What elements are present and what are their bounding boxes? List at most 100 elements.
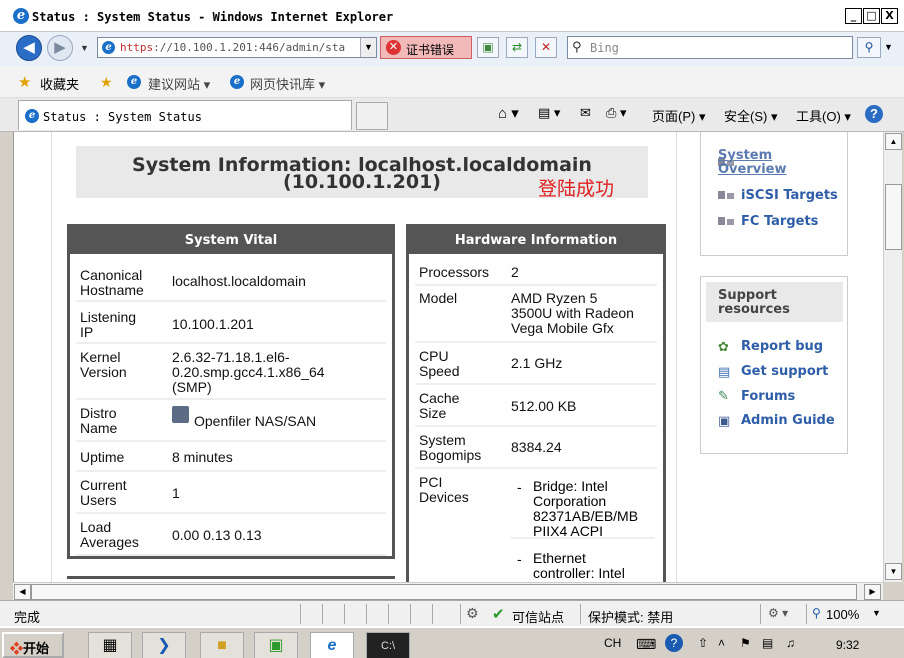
status-bar: 完成 ⚙ ✔ 可信站点 保护模式: 禁用 ⚙ ▾ ⚲ 100% ▼ [0, 600, 904, 626]
kv-key: Cache Size [419, 390, 460, 421]
iscsi-targets-icon [718, 189, 734, 201]
system-overview-link[interactable]: System Overview [718, 149, 787, 177]
back-button[interactable]: ◀ [16, 35, 42, 61]
kv-row: Load Averages 0.00 0.13 0.13 [76, 516, 386, 556]
forums-icon: ✎ [718, 388, 729, 403]
network-icon[interactable]: ▤ [762, 636, 773, 650]
report-bug-link[interactable]: Report bug [741, 339, 823, 354]
refresh-icon[interactable]: ⇄ [506, 37, 528, 58]
system-info-header: System Information: localhost.localdomai… [76, 146, 648, 200]
protected-mode-status[interactable]: 保护模式: 禁用 [588, 607, 673, 626]
vmware-icon[interactable]: ▣ [254, 632, 298, 658]
page-menu[interactable]: 页面(P) ▾ [652, 106, 705, 125]
keyboard-icon[interactable]: ⌨ [636, 636, 656, 653]
feeds-icon[interactable]: ▤ ▾ [538, 105, 560, 121]
kv-key: Load Averages [80, 519, 139, 550]
forward-button[interactable]: ▶ [47, 35, 73, 61]
help-icon[interactable]: ? [865, 105, 883, 123]
trusted-sites-zone[interactable]: 可信站点 [512, 607, 564, 626]
vertical-scrollbar[interactable]: ▲ ▼ [883, 132, 902, 582]
clock[interactable]: 9:32 [836, 638, 859, 652]
address-url[interactable]: https://10.100.1.201:446/admin/sta [120, 41, 358, 54]
server-manager-icon[interactable]: ▦ [88, 632, 132, 658]
horizontal-scrollbar[interactable]: ◀ ▶ [13, 582, 883, 600]
volume-icon[interactable]: ♫ [786, 636, 795, 650]
stop-icon[interactable]: ✕ [535, 37, 557, 58]
zoom-dropdown-icon[interactable]: ▼ [872, 608, 881, 618]
pci-device-item: - Ethernet controller: Intel Corporation [511, 543, 655, 583]
recent-pages-dropdown-icon[interactable]: ▼ [80, 43, 89, 53]
read-mail-icon[interactable]: ✉ [580, 105, 591, 121]
search-options-icon[interactable]: ▼ [884, 42, 893, 52]
support-box: Support resources ✿ Report bug ▤ Get sup… [700, 276, 848, 454]
horizontal-scroll-thumb[interactable] [31, 584, 857, 600]
kv-value: 10.100.1.201 [172, 316, 254, 332]
distro-icon [172, 406, 189, 423]
scroll-up-icon[interactable]: ▲ [885, 133, 902, 150]
title-bar: e Status : System Status - Windows Inter… [0, 0, 904, 32]
internet-explorer-taskbar-icon[interactable]: e [310, 632, 354, 658]
add-favorite-icon[interactable]: ★ [100, 74, 113, 91]
fc-targets-link[interactable]: FC Targets [741, 214, 818, 229]
kv-key: Processors [419, 264, 490, 280]
language-indicator[interactable]: CH [604, 636, 621, 650]
compatibility-view-icon[interactable]: ▣ [477, 37, 499, 58]
admin-guide-link[interactable]: Admin Guide [741, 413, 835, 428]
command-prompt-icon[interactable]: C:\ [366, 632, 410, 658]
kv-value: 2 [511, 264, 519, 280]
kv-key: System Bogomips [419, 432, 482, 463]
minimize-button[interactable]: _ [845, 8, 862, 24]
kv-key: Model [419, 290, 458, 306]
powershell-icon[interactable]: ❯ [142, 632, 186, 658]
tab-status[interactable]: e Status : System Status [18, 100, 352, 130]
home-icon[interactable]: ⌂ ▾ [498, 104, 519, 122]
zone-settings-icon[interactable]: ⚙ ▾ [768, 606, 788, 620]
get-support-link[interactable]: Get support [741, 364, 828, 379]
show-hidden-icons[interactable]: ˄ [718, 636, 725, 650]
search-input[interactable]: ⚲ Bing [567, 36, 853, 59]
start-button[interactable]: ❖开始 [2, 632, 64, 658]
system-vital-panel: System Vital Canonical Hostname localhos… [67, 224, 395, 559]
print-icon[interactable]: ⎙ ▾ [606, 105, 627, 121]
search-go-button[interactable]: ⚲ [857, 37, 881, 58]
scroll-down-icon[interactable]: ▼ [885, 563, 902, 580]
tray-options-icon[interactable]: ⇧ [698, 636, 708, 650]
forums-link[interactable]: Forums [741, 389, 795, 404]
nav-box: System Overview iSCSI Targets FC Targets [700, 132, 848, 256]
close-button[interactable]: X [881, 8, 898, 24]
suggested-sites-link[interactable]: 建议网站 ▾ [148, 74, 210, 93]
support-header: Support resources [706, 282, 843, 322]
vertical-scroll-thumb[interactable] [885, 184, 902, 250]
certificate-error-button[interactable]: ✕ 证书错误 [380, 36, 472, 59]
scroll-left-icon[interactable]: ◀ [14, 584, 31, 600]
action-center-icon[interactable]: ⚑ [740, 636, 751, 650]
address-dropdown-icon[interactable]: ▼ [360, 38, 376, 57]
kv-row: System Bogomips 8384.24 [415, 429, 657, 469]
help-tray-icon[interactable]: ? [665, 634, 683, 652]
maximize-button[interactable]: □ [863, 8, 880, 24]
web-slice-gallery-icon: e [230, 75, 244, 89]
kv-value: 2.1 GHz [511, 355, 563, 371]
scroll-right-icon[interactable]: ▶ [864, 584, 881, 600]
zoom-level[interactable]: 100% [826, 607, 859, 622]
privacy-icon[interactable]: ⚙ [466, 605, 479, 622]
kv-value: 8384.24 [511, 439, 562, 455]
iscsi-targets-link[interactable]: iSCSI Targets [741, 188, 838, 203]
kv-key: Current Users [80, 477, 127, 508]
status-text: 完成 [14, 610, 41, 625]
safety-menu[interactable]: 安全(S) ▾ [724, 106, 777, 125]
kv-key: CPU Speed [419, 348, 460, 379]
address-bar[interactable]: e https://10.100.1.201:446/admin/sta ▼ [97, 37, 377, 58]
kv-value: 2.6.32-71.18.1.el6- 0.20.smp.gcc4.1.x86_… [172, 349, 325, 395]
kv-row: Uptime 8 minutes [76, 444, 386, 472]
windows-flag-icon: ❖ [10, 641, 24, 656]
favorites-button[interactable]: 收藏夹 [40, 74, 79, 93]
zoom-icon: ⚲ [812, 606, 821, 620]
login-success-note: 登陆成功 [538, 179, 615, 200]
kv-row: Listening IP 10.100.1.201 [76, 304, 386, 344]
tools-menu[interactable]: 工具(O) ▾ [796, 106, 851, 125]
explorer-folder-icon[interactable]: ■ [200, 632, 244, 658]
new-tab-button[interactable] [356, 102, 388, 130]
kv-row: Current Users 1 [76, 474, 386, 514]
web-slice-gallery-link[interactable]: 网页快讯库 ▾ [250, 74, 325, 93]
